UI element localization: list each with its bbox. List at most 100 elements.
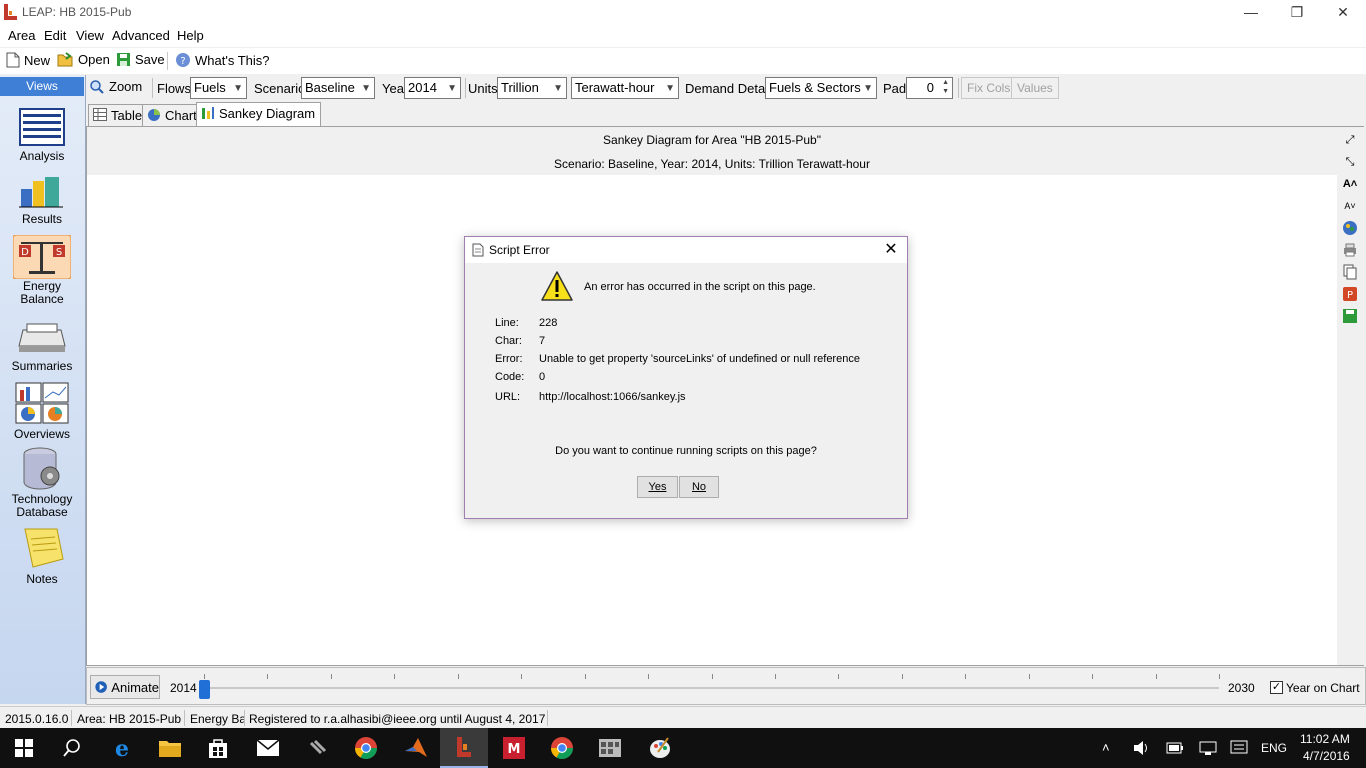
save-label: Save xyxy=(135,52,165,67)
taskbar-file-explorer[interactable] xyxy=(146,728,194,768)
chart-pie-icon xyxy=(148,109,160,121)
values-button[interactable]: Values xyxy=(1011,77,1059,99)
view-results[interactable]: Results xyxy=(0,175,84,226)
slider-tick xyxy=(1219,674,1220,679)
taskbar-chrome[interactable] xyxy=(342,728,390,768)
taskbar-store[interactable] xyxy=(194,728,242,768)
color-palette-icon[interactable] xyxy=(1342,220,1358,236)
flows-select[interactable]: Fuels ▼ xyxy=(190,77,247,99)
clock-date[interactable]: 4/7/2016 xyxy=(1303,749,1350,763)
view-overviews[interactable]: Overviews xyxy=(0,382,84,441)
tab-sankey-diagram[interactable]: Sankey Diagram xyxy=(196,102,322,127)
year-slider-track[interactable] xyxy=(204,687,1219,689)
menu-edit[interactable]: Edit xyxy=(44,28,66,43)
taskbar-app[interactable] xyxy=(294,728,342,768)
folder-icon xyxy=(159,741,181,757)
demand-detail-select[interactable]: Fuels & Sectors ▼ xyxy=(765,77,877,99)
whats-this-button[interactable]: ? What's This? xyxy=(175,52,270,68)
taskbar-app-grid[interactable] xyxy=(586,728,634,768)
sankey-subtitle: Scenario: Baseline, Year: 2014, Units: T… xyxy=(554,157,870,171)
start-button[interactable] xyxy=(0,728,48,768)
view-notes[interactable]: Notes xyxy=(0,527,84,586)
menu-advanced[interactable]: Advanced xyxy=(112,28,170,43)
error-message: An error has occurred in the script on t… xyxy=(584,281,816,293)
taskbar-chrome-2[interactable] xyxy=(538,728,586,768)
error-label: Error: xyxy=(495,353,523,365)
taskbar-mendeley[interactable]: M xyxy=(490,728,538,768)
tab-label: Sankey Diagram xyxy=(219,106,316,121)
char-value: 7 xyxy=(539,335,546,347)
year-select[interactable]: 2014 ▼ xyxy=(404,77,461,99)
taskbar-mail[interactable] xyxy=(244,728,292,768)
action-center-icon[interactable] xyxy=(1230,740,1248,756)
slider-tick xyxy=(331,674,332,679)
menu-help[interactable]: Help xyxy=(177,28,204,43)
year-on-chart-checkbox[interactable]: ✓ xyxy=(1270,681,1283,694)
minimize-button[interactable]: — xyxy=(1228,0,1274,24)
spinner-icon[interactable]: ▲ ▼ xyxy=(942,78,949,96)
units-select[interactable]: Terawatt-hour ▼ xyxy=(571,77,679,99)
view-summaries[interactable]: Summaries xyxy=(0,320,84,373)
view-label: Overviews xyxy=(13,427,70,441)
units-scale-select[interactable]: Trillion ▼ xyxy=(497,77,567,99)
end-year-label: 2030 xyxy=(1228,681,1255,695)
table-icon xyxy=(93,108,107,121)
no-button[interactable]: No xyxy=(679,476,719,498)
dialog-close-button[interactable]: ✕ xyxy=(877,239,905,261)
expand-icon[interactable]: ⤢ xyxy=(1342,132,1358,148)
print-icon[interactable] xyxy=(1342,242,1358,258)
save-icon[interactable] xyxy=(1342,308,1358,324)
collapse-icon[interactable]: ⤡ xyxy=(1342,154,1358,170)
menu-area[interactable]: Area xyxy=(8,28,35,43)
open-button[interactable]: Open xyxy=(57,52,110,67)
slider-tick xyxy=(267,674,268,679)
taskbar-paint[interactable] xyxy=(636,728,684,768)
taskbar-leap[interactable] xyxy=(440,728,488,768)
window-title: LEAP: HB 2015-Pub xyxy=(22,5,132,19)
taskbar-matlab[interactable] xyxy=(392,728,440,768)
fix-cols-button[interactable]: Fix Cols xyxy=(961,77,1017,99)
toolbar-divider xyxy=(152,78,153,98)
close-icon: ✕ xyxy=(884,241,898,258)
restore-button[interactable]: ❐ xyxy=(1274,0,1320,24)
zoom-button[interactable]: Zoom xyxy=(90,79,142,94)
tab-label: Chart xyxy=(165,108,197,123)
view-technology-database[interactable]: Technology Database xyxy=(0,446,84,519)
status-divider xyxy=(71,710,72,726)
save-button[interactable]: Save xyxy=(116,52,165,67)
animate-button[interactable]: Animate xyxy=(90,675,160,699)
slider-tick xyxy=(648,674,649,679)
overviews-icon xyxy=(15,382,69,424)
chevron-down-icon: ▼ xyxy=(665,83,675,94)
clock-time[interactable]: 11:02 AM xyxy=(1300,732,1350,746)
flows-label: Flows: xyxy=(157,81,195,96)
new-button[interactable]: New xyxy=(6,52,50,68)
volume-icon[interactable] xyxy=(1132,740,1150,756)
tab-table[interactable]: Table xyxy=(88,104,149,127)
chevron-up-icon[interactable]: ˄ xyxy=(1102,740,1110,755)
slider-tick xyxy=(521,674,522,679)
pad-stepper[interactable]: 0 ▲ ▼ xyxy=(906,77,953,99)
tab-chart[interactable]: Chart xyxy=(142,104,203,127)
yes-button[interactable]: Yes xyxy=(637,476,678,498)
network-icon[interactable] xyxy=(1199,740,1217,756)
scenario-select[interactable]: Baseline ▼ xyxy=(301,77,375,99)
year-slider-thumb[interactable] xyxy=(199,680,210,699)
font-decrease-icon[interactable]: A˅ xyxy=(1342,198,1358,214)
close-window-button[interactable]: ✕ xyxy=(1320,0,1366,24)
minimize-icon: — xyxy=(1244,4,1258,20)
taskbar-edge[interactable]: e xyxy=(98,728,146,768)
font-increase-icon[interactable]: A˄ xyxy=(1342,176,1358,192)
search-button[interactable] xyxy=(48,728,96,768)
slider-tick xyxy=(1092,674,1093,679)
menu-view[interactable]: View xyxy=(76,28,104,43)
view-analysis[interactable]: Analysis xyxy=(0,108,84,163)
status-divider xyxy=(244,710,245,726)
registration-status: Registered to r.a.alhasibi@ieee.org unti… xyxy=(249,712,546,726)
view-energy-balance[interactable]: DS Energy Balance xyxy=(0,235,84,306)
copy-icon[interactable] xyxy=(1342,264,1358,280)
powerpoint-icon[interactable]: P xyxy=(1342,286,1358,302)
language-indicator[interactable]: ENG xyxy=(1261,741,1287,755)
sankey-title: Sankey Diagram for Area "HB 2015-Pub" xyxy=(603,133,821,147)
battery-icon[interactable] xyxy=(1166,741,1184,755)
